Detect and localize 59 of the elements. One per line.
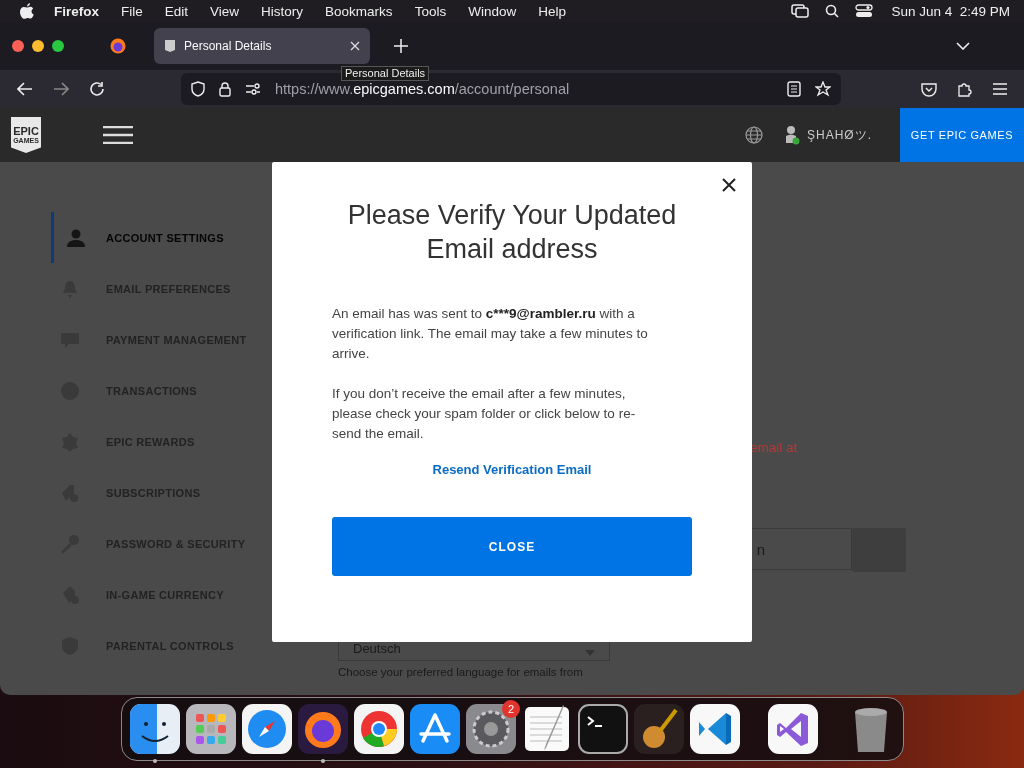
permissions-icon xyxy=(245,83,261,95)
extensions-icon[interactable] xyxy=(957,81,973,97)
username-link[interactable]: ŞHAHØツ. xyxy=(807,126,872,144)
letter-a-app-icon[interactable] xyxy=(410,704,460,754)
menu-item[interactable]: File xyxy=(121,3,143,19)
forward-icon[interactable] xyxy=(53,82,69,96)
browser-wheel-icon[interactable] xyxy=(354,704,404,754)
dialog-message: If you don’t receive the email after a few minutes, please check your spam folder or click below to re-send the email. xyxy=(332,385,637,443)
menu-bar-clock: Sun Jun 4 2:49 PM xyxy=(891,3,1010,19)
menu-item[interactable]: View xyxy=(210,3,240,19)
shield-icon xyxy=(191,81,205,97)
menu-item[interactable]: History xyxy=(261,3,304,19)
close-window-icon[interactable] xyxy=(12,40,24,52)
control-center-icon[interactable] xyxy=(855,4,874,18)
bookmark-star-icon[interactable] xyxy=(815,81,831,97)
minimize-window-icon[interactable] xyxy=(32,40,44,52)
notification-badge: 2 xyxy=(502,700,520,718)
notepad-pen-icon[interactable] xyxy=(522,704,572,754)
dialog-message: An email has was sent to c***9@rambler.ru with a verification link. The email may take a few minutes to arrive. xyxy=(332,305,649,363)
resend-verification-link[interactable]: Resend Verification Email xyxy=(432,462,592,477)
lock-icon xyxy=(219,81,231,97)
menu-icon[interactable] xyxy=(103,126,133,144)
reader-view-icon[interactable] xyxy=(787,81,801,97)
pocket-icon[interactable] xyxy=(921,81,937,97)
fox-globe-icon[interactable] xyxy=(110,38,126,54)
menu-item[interactable]: Edit xyxy=(164,3,189,19)
tab-tooltip: Personal Details xyxy=(341,66,430,81)
close-button[interactable]: CLOSE xyxy=(332,517,692,576)
smiling-face-icon[interactable] xyxy=(130,704,180,754)
app-menu[interactable]: Firefox xyxy=(54,3,99,19)
search-icon[interactable] xyxy=(825,4,840,18)
close-icon[interactable] xyxy=(722,178,736,192)
back-icon[interactable] xyxy=(17,82,33,96)
terminal-icon[interactable] xyxy=(578,704,628,754)
person-icon xyxy=(66,227,86,248)
app-grid-icon[interactable] xyxy=(186,704,236,754)
menu-item[interactable]: Window xyxy=(468,3,517,19)
menu-item[interactable]: Tools xyxy=(414,3,447,19)
menu-icon[interactable] xyxy=(993,83,1007,95)
screen-mirroring-icon[interactable] xyxy=(791,4,810,18)
new-tab-icon[interactable] xyxy=(394,39,408,53)
menu-item[interactable]: Bookmarks xyxy=(325,3,393,19)
fox-globe-icon[interactable] xyxy=(298,704,348,754)
compass-icon[interactable] xyxy=(242,704,292,754)
zoom-window-icon[interactable] xyxy=(52,40,64,52)
url-text: https://www.epicgames.com/account/personal xyxy=(275,81,571,97)
dialog-title: Please Verify Your Updated Email address xyxy=(346,199,678,266)
gear-icon[interactable] xyxy=(466,704,516,754)
globe-icon[interactable] xyxy=(745,126,763,144)
reload-icon[interactable] xyxy=(89,81,105,97)
user-online-icon xyxy=(783,125,801,145)
apple-icon[interactable] xyxy=(20,3,34,19)
chevron-down-icon[interactable] xyxy=(956,42,970,50)
browser-tab[interactable]: Personal Details xyxy=(154,28,370,64)
get-epic-games-button[interactable]: GET EPIC GAMES xyxy=(900,108,1024,162)
guitar-icon[interactable] xyxy=(634,704,684,754)
epic-logo-icon xyxy=(164,40,176,52)
menu-item[interactable]: Help xyxy=(538,3,566,19)
code-editor-icon[interactable] xyxy=(690,704,740,754)
